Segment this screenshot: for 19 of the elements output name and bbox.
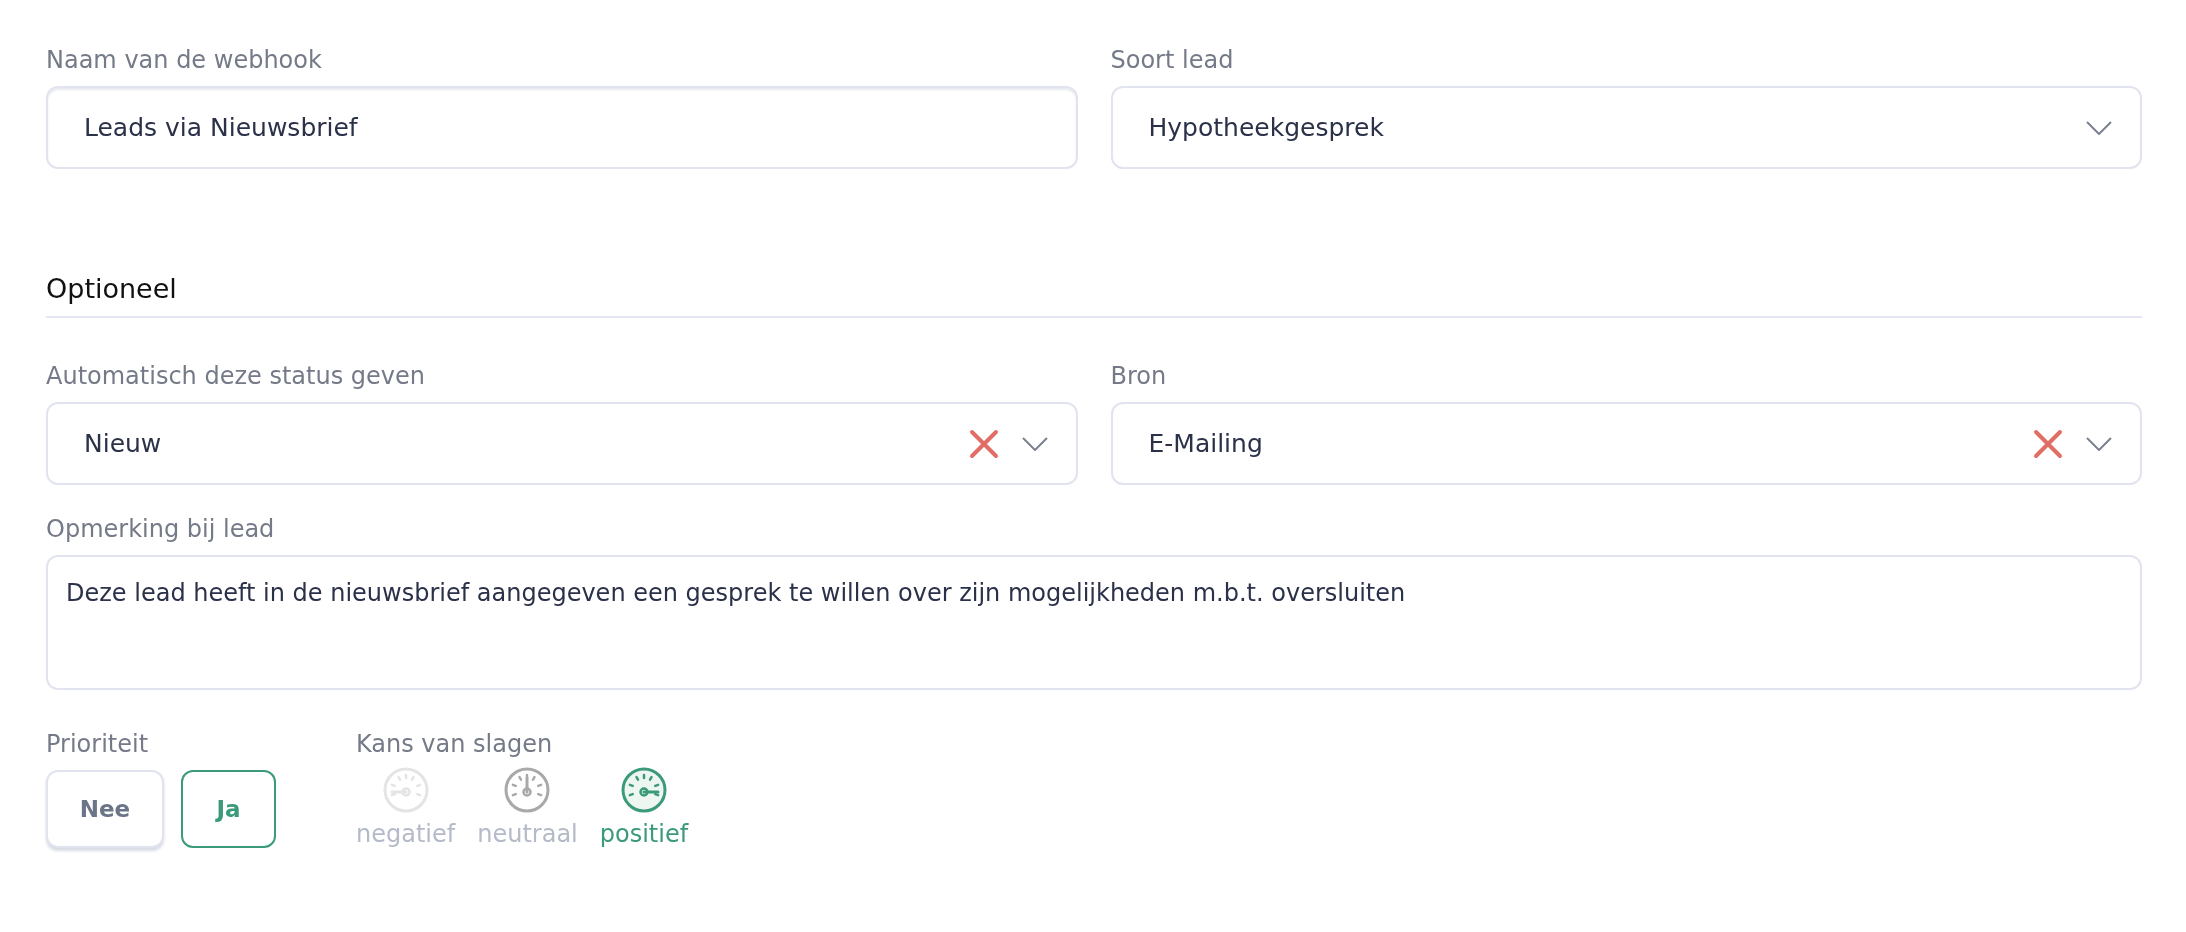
field-label: Soort lead xyxy=(1110,46,1234,74)
chevron-down-icon[interactable] xyxy=(2086,120,2112,135)
field-label: Automatisch deze status geven xyxy=(46,362,425,390)
field-label: Naam van de webhook xyxy=(46,46,322,74)
text-field[interactable]: Leads via Nieuwsbrief xyxy=(46,86,1078,169)
section-title: Optioneel xyxy=(46,273,177,304)
toggle-button[interactable]: Nee xyxy=(46,770,164,848)
select-field[interactable]: Nieuw xyxy=(46,402,1078,485)
select-field[interactable]: Hypotheekgesprek xyxy=(1110,86,2142,169)
clear-icon[interactable] xyxy=(2032,427,2064,460)
select-field[interactable]: E-Mailing xyxy=(1110,402,2142,485)
field-label: Kans van slagen xyxy=(356,730,553,758)
chevron-down-icon[interactable] xyxy=(2086,436,2112,451)
field-label: Bron xyxy=(1110,362,1167,390)
clear-icon[interactable] xyxy=(967,427,1000,460)
field-label: Opmerking bij lead xyxy=(46,515,275,543)
textarea-field[interactable]: Deze lead heeft in de nieuwsbrief aangegeven een gesprek te willen over zijn mogelijkheden m.b.t. oversluiten xyxy=(46,555,2142,690)
chevron-down-icon[interactable] xyxy=(1021,436,1048,451)
field-label: Prioriteit xyxy=(46,730,149,758)
